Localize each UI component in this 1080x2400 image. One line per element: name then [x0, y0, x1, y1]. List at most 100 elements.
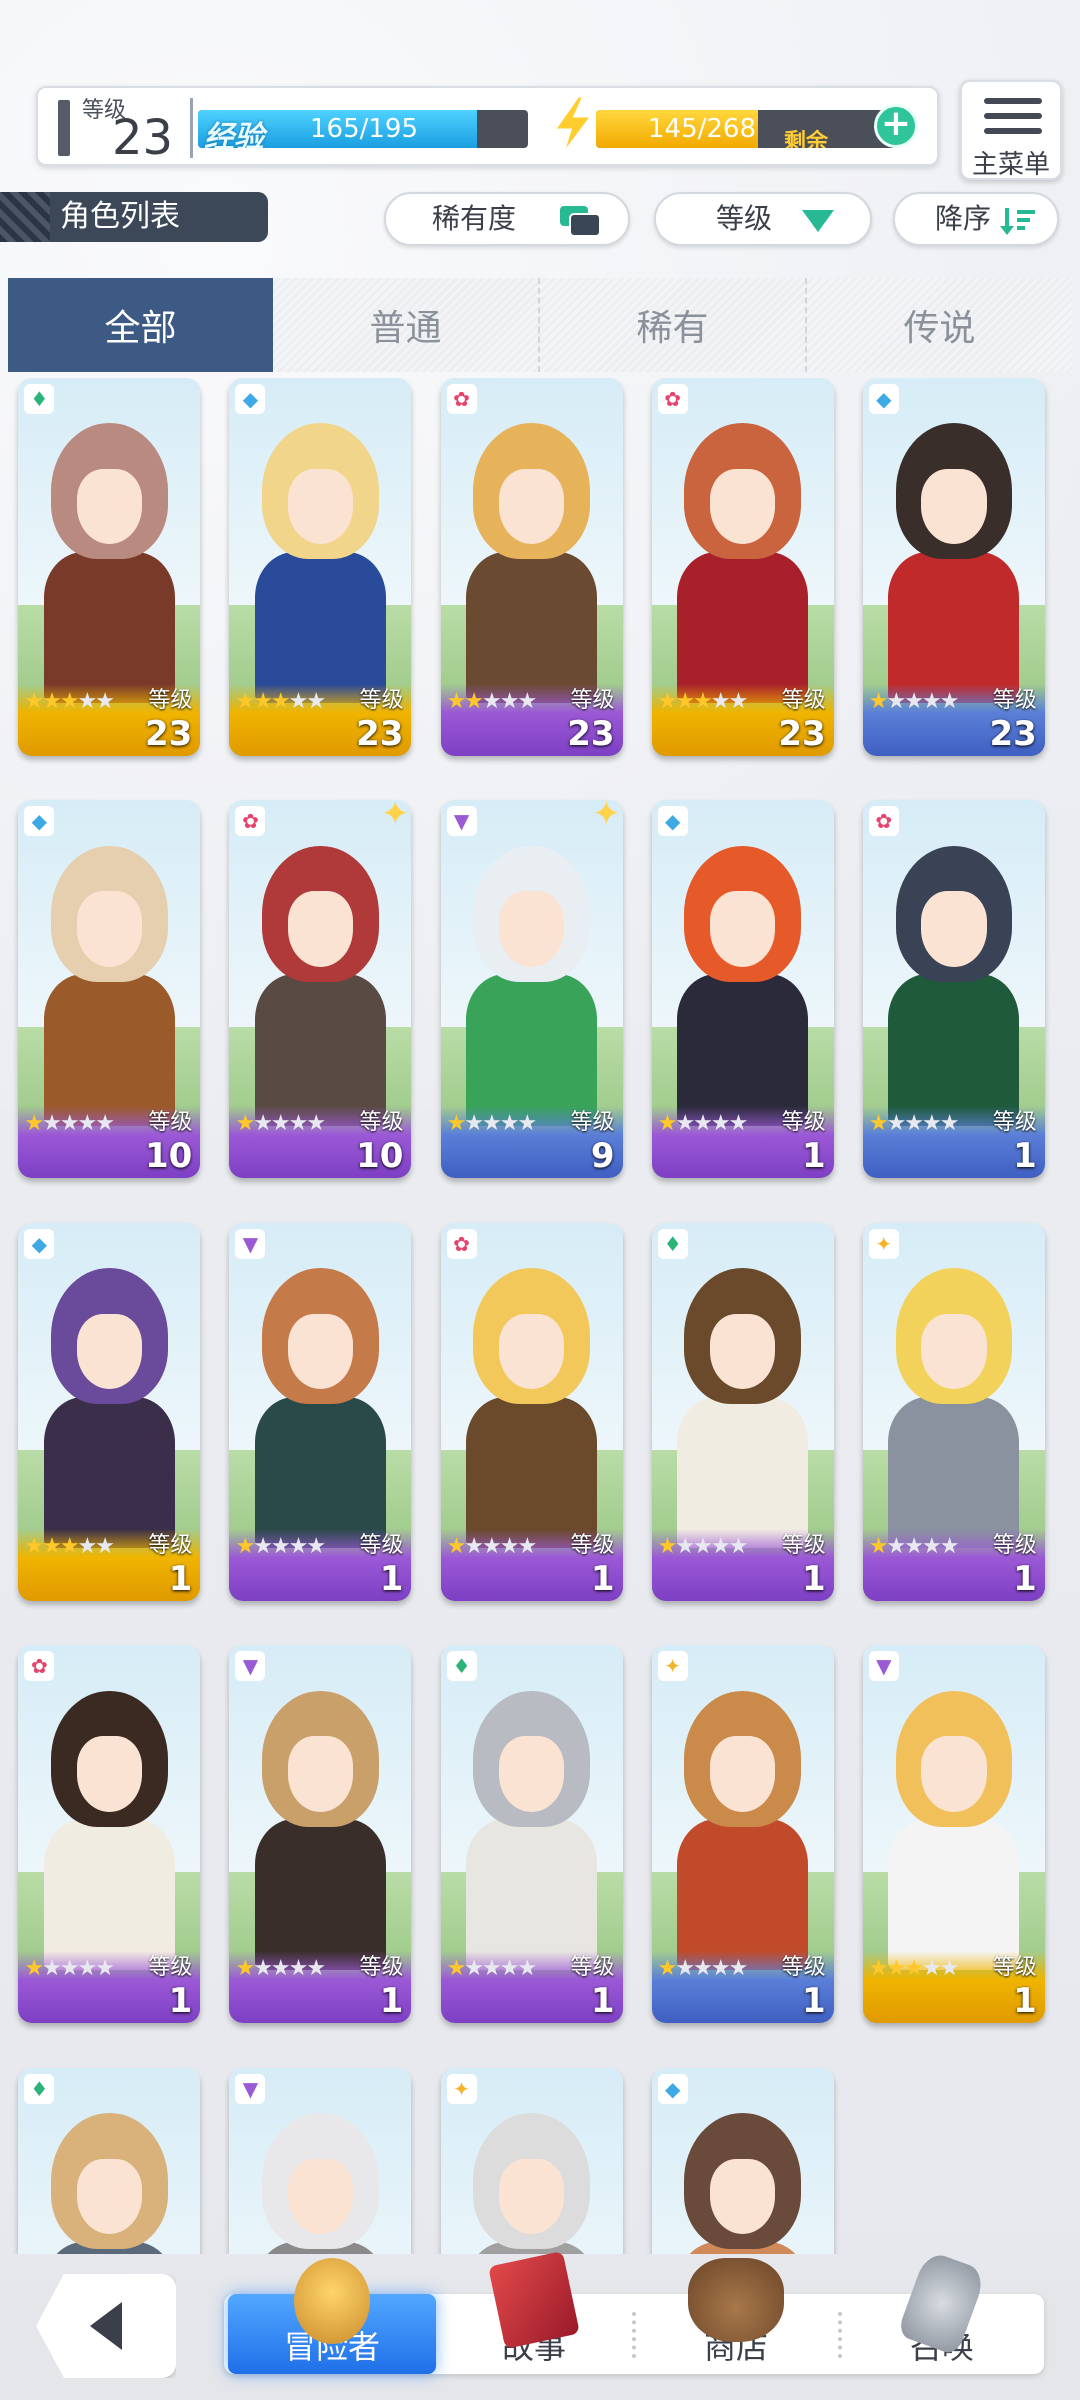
- card-level-caption: 等级: [570, 1532, 615, 1558]
- character-card[interactable]: ▼ ★★★★★ 等级 1: [862, 1645, 1045, 2024]
- main-menu-button[interactable]: 主菜单: [960, 80, 1062, 180]
- character-card[interactable]: ◆ ★★★★★ 等级 1: [18, 1222, 201, 1601]
- wind-element-icon: ♦: [657, 1228, 688, 1259]
- back-button[interactable]: [36, 2274, 176, 2378]
- nav-story[interactable]: 故事: [436, 2251, 632, 2374]
- tab-all[interactable]: 全部: [8, 278, 273, 372]
- character-face: [498, 1736, 565, 1812]
- character-card[interactable]: ✿ ★★★★★ 等级 1: [440, 1222, 623, 1601]
- water-element-icon: ◆: [24, 806, 55, 837]
- story-book-icon: [488, 2251, 580, 2349]
- star-rating: ★★★★★: [868, 1111, 960, 1137]
- character-card[interactable]: ◆ ★★★★★ 等级 10: [18, 800, 201, 1179]
- character-card[interactable]: ▼ ★★★★★ 等级 1: [229, 1645, 412, 2024]
- character-card[interactable]: ♦: [18, 2067, 201, 2254]
- character-outfit: [43, 974, 175, 1126]
- card-level-value: 1: [590, 1981, 615, 2022]
- water-element-icon: ◆: [24, 1228, 55, 1259]
- tab-rare[interactable]: 稀有: [540, 278, 807, 372]
- card-level-value: 1: [1013, 1136, 1037, 1177]
- character-card[interactable]: ✿ ✦ ★★★★★ 等级 10: [229, 800, 412, 1179]
- fire-element-icon: ✿: [868, 806, 899, 837]
- character-face: [76, 2158, 143, 2235]
- nav-shop[interactable]: 商店: [636, 2258, 836, 2374]
- character-face: [921, 468, 987, 545]
- fire-element-icon: ✿: [446, 384, 477, 414]
- card-level-caption: 等级: [359, 1955, 404, 1981]
- card-level-caption: 等级: [148, 688, 193, 713]
- sparkle-icon: ✦: [592, 800, 621, 835]
- nav-adventurer[interactable]: 冒险者: [228, 2258, 436, 2374]
- character-card[interactable]: ◆: [651, 2067, 834, 2254]
- card-level-value: 23: [145, 714, 193, 754]
- fire-element-icon: ✿: [235, 806, 266, 837]
- dark-element-icon: ▼: [235, 1228, 266, 1259]
- character-outfit: [43, 551, 175, 704]
- exp-tag: 经验: [204, 120, 264, 148]
- card-level-caption: 等级: [781, 1955, 826, 1981]
- character-outfit: [254, 1819, 386, 1971]
- sort-order-button[interactable]: 降序: [893, 192, 1059, 246]
- character-card[interactable]: ◆ ★★★★★ 等级 1: [651, 800, 834, 1179]
- add-energy-button[interactable]: +: [874, 104, 918, 148]
- character-card[interactable]: ▼ ★★★★★ 等级 1: [229, 1222, 412, 1601]
- character-card[interactable]: ▼: [229, 2067, 412, 2254]
- character-face: [76, 468, 143, 545]
- tab-legendary[interactable]: 传说: [807, 278, 1072, 372]
- character-outfit: [888, 1819, 1020, 1971]
- card-level-value: 23: [989, 714, 1037, 754]
- character-card[interactable]: ✿ ★★★★★ 等级 23: [440, 378, 623, 756]
- character-face: [76, 891, 143, 967]
- tab-common[interactable]: 普通: [273, 278, 540, 372]
- sort-descending-icon: [1000, 208, 1035, 235]
- energy-bar: 145/268 剩余 03:32: [596, 110, 896, 148]
- star-rating: ★★★★★: [868, 689, 960, 714]
- adventurer-icon: [294, 2258, 370, 2344]
- character-card[interactable]: ♦ ★★★★★ 等级 1: [440, 1645, 623, 2024]
- fire-element-icon: ✿: [446, 1228, 477, 1259]
- card-level-value: 1: [801, 1981, 826, 2022]
- character-card[interactable]: ▼ ✦ ★★★★★ 等级 9: [440, 800, 623, 1179]
- character-card[interactable]: ◆ ★★★★★ 等级 23: [229, 378, 412, 756]
- character-grid: ♦ ★★★★★ 等级 23 ◆ ★★★★★ 等级 23 ✿ ★★★★★ 等级 23 ✿ ★★★★★ 等级 23…: [0, 378, 1080, 2254]
- card-level-caption: 等级: [570, 1955, 615, 1981]
- character-card[interactable]: ✦: [440, 2067, 623, 2254]
- sparkle-icon: ✦: [380, 800, 410, 835]
- level-filter-button[interactable]: 等级: [654, 192, 872, 246]
- level-filter-label: 等级: [716, 202, 773, 235]
- divider: [190, 98, 193, 158]
- character-card[interactable]: ✿ ★★★★★ 等级 1: [862, 800, 1045, 1179]
- character-card[interactable]: ✦ ★★★★★ 等级 1: [651, 1645, 834, 2024]
- character-outfit: [677, 974, 809, 1126]
- character-card[interactable]: ◆ ★★★★★ 等级 23: [862, 378, 1045, 756]
- rarity-filter-label: 稀有度: [432, 202, 517, 235]
- sort-order-label: 降序: [935, 202, 992, 235]
- star-rating: ★★★★★: [446, 689, 538, 714]
- character-card[interactable]: ✿ ★★★★★ 等级 1: [18, 1645, 201, 2024]
- card-level-value: 1: [801, 1558, 826, 1599]
- page-title: 角色列表: [0, 192, 268, 242]
- character-card[interactable]: ✦ ★★★★★ 等级 1: [862, 1222, 1045, 1601]
- rarity-filter-button[interactable]: 稀有度: [384, 192, 630, 246]
- character-card[interactable]: ✿ ★★★★★ 等级 23: [651, 378, 834, 756]
- character-face: [287, 891, 354, 967]
- card-level-caption: 等级: [570, 1110, 615, 1136]
- nav-summon[interactable]: 召唤: [842, 2249, 1042, 2374]
- character-face: [921, 891, 987, 967]
- card-level-caption: 等级: [570, 688, 615, 713]
- player-level: 23: [112, 110, 174, 166]
- dark-element-icon: ▼: [868, 1651, 899, 1682]
- star-rating: ★★★★★: [235, 1956, 326, 1982]
- fire-element-icon: ✿: [24, 1651, 55, 1682]
- card-level-value: 23: [567, 714, 615, 754]
- card-level-caption: 等级: [148, 1110, 193, 1136]
- character-face: [287, 1736, 354, 1812]
- exp-value: 165/195: [310, 114, 419, 144]
- character-face: [709, 1736, 776, 1812]
- character-card[interactable]: ♦ ★★★★★ 等级 1: [651, 1222, 834, 1601]
- character-card[interactable]: ♦ ★★★★★ 等级 23: [18, 378, 201, 756]
- water-element-icon: ◆: [657, 806, 688, 837]
- character-outfit: [254, 551, 386, 704]
- card-level-caption: 等级: [992, 1955, 1037, 1981]
- character-face: [498, 1313, 565, 1390]
